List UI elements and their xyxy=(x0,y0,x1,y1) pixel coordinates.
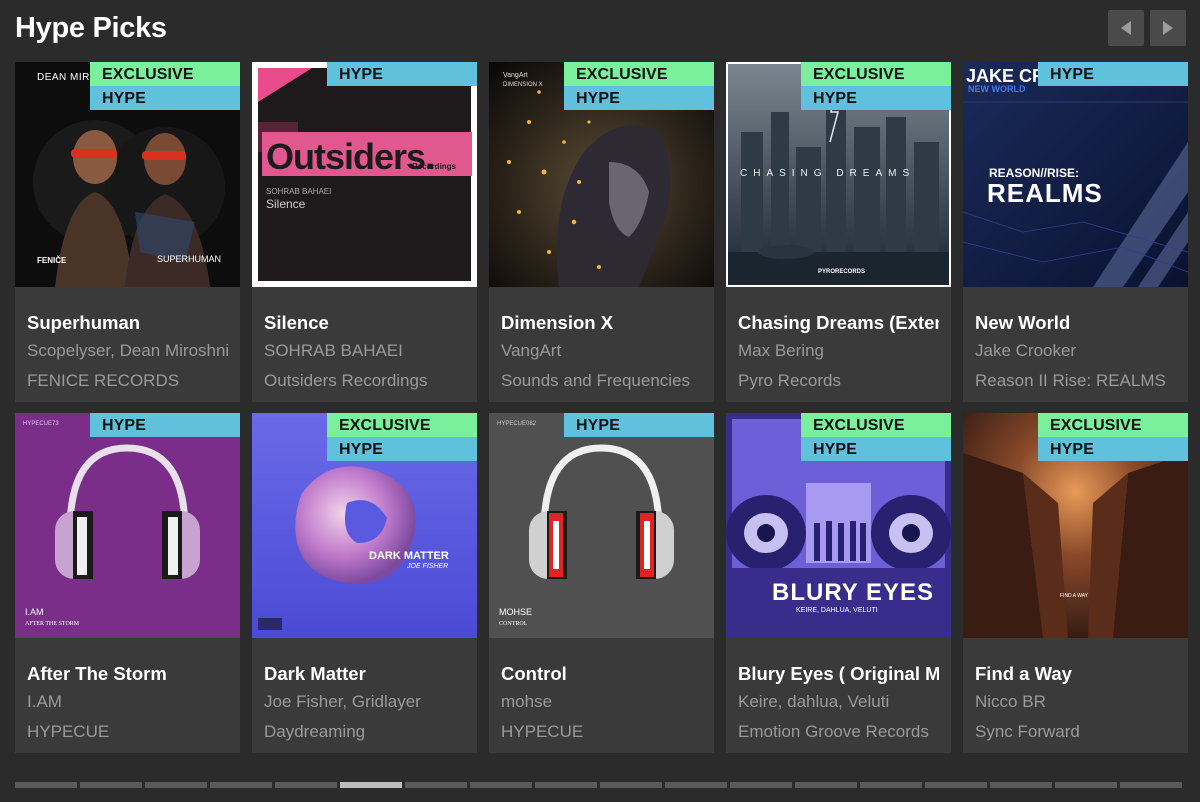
track-card[interactable]: CHASING DREAMS PYRORECORDS EXCLUSIVE HYP… xyxy=(726,62,951,402)
track-title[interactable]: Blury Eyes ( Original Mix ) xyxy=(738,662,939,685)
carousel-pager xyxy=(15,782,1182,788)
hype-badge: HYPE xyxy=(327,62,477,86)
track-label[interactable]: FENICE RECORDS xyxy=(27,370,228,392)
section-title: Hype Picks xyxy=(15,12,167,44)
exclusive-badge: EXCLUSIVE xyxy=(327,413,477,437)
track-card[interactable]: FIND A WAY EXCLUSIVE HYPE Find a Way Nic… xyxy=(963,413,1188,753)
track-card[interactable]: BLURY EYES KEIRE, DAHLUA, VELUTI EXCLUSI… xyxy=(726,413,951,753)
track-card[interactable]: DEAN MIROS FENIČE SUPERHUMAN EXCLUSIVE H… xyxy=(15,62,240,402)
track-artist[interactable]: I.AM xyxy=(27,691,228,713)
pager-segment[interactable] xyxy=(470,782,532,788)
pager-segment[interactable] xyxy=(1055,782,1117,788)
exclusive-badge: EXCLUSIVE xyxy=(801,62,951,86)
track-title[interactable]: Dimension X xyxy=(501,311,702,334)
pager-segment[interactable] xyxy=(210,782,272,788)
chevron-left-icon xyxy=(1121,21,1131,35)
pager-segment[interactable] xyxy=(600,782,662,788)
track-card[interactable]: JAKE CR NEW WORLD REASON//RISE: REALMS H… xyxy=(963,62,1188,402)
exclusive-badge: EXCLUSIVE xyxy=(564,62,714,86)
track-title[interactable]: After The Storm xyxy=(27,662,228,685)
pager-segment[interactable] xyxy=(730,782,792,788)
hype-badge: HYPE xyxy=(90,413,240,437)
exclusive-badge: EXCLUSIVE xyxy=(801,413,951,437)
chevron-right-icon xyxy=(1163,21,1173,35)
track-artist[interactable]: Nicco BR xyxy=(975,691,1176,713)
pager-segment[interactable] xyxy=(80,782,142,788)
exclusive-badge: EXCLUSIVE xyxy=(1038,413,1188,437)
track-grid: DEAN MIROS FENIČE SUPERHUMAN EXCLUSIVE H… xyxy=(15,62,1188,753)
pager-segment[interactable] xyxy=(860,782,922,788)
cover-art[interactable]: Outsiders. Recordings SOHRAB BAHAEI Sile… xyxy=(252,62,477,287)
track-artist[interactable]: Keire, dahlua, Veluti xyxy=(738,691,939,713)
track-label[interactable]: Pyro Records xyxy=(738,370,939,392)
next-button[interactable] xyxy=(1150,10,1186,46)
hype-badge: HYPE xyxy=(801,86,951,110)
track-label[interactable]: Sounds and Frequencies xyxy=(501,370,702,392)
hype-badge: HYPE xyxy=(1038,62,1188,86)
cover-art[interactable]: HYPECUE082 MOHSE CONTROL xyxy=(489,413,714,638)
track-card[interactable]: VangArt DIMENSION X EXCLUSIVE HYPE Dimen… xyxy=(489,62,714,402)
hype-badge: HYPE xyxy=(327,437,477,461)
track-title[interactable]: Dark Matter xyxy=(264,662,465,685)
pager-segment[interactable] xyxy=(795,782,857,788)
track-artist[interactable]: VangArt xyxy=(501,340,702,362)
pager-segment[interactable] xyxy=(665,782,727,788)
track-label[interactable]: Sync Forward xyxy=(975,721,1176,743)
track-label[interactable]: Reason II Rise: REALMS xyxy=(975,370,1176,392)
pager-segment[interactable] xyxy=(1120,782,1182,788)
track-label[interactable]: Outsiders Recordings xyxy=(264,370,465,392)
pager-segment[interactable] xyxy=(275,782,337,788)
pager-segment[interactable] xyxy=(535,782,597,788)
hype-badge: HYPE xyxy=(564,413,714,437)
track-artist[interactable]: Scopelyser, Dean Miroshnichenko xyxy=(27,340,228,362)
track-title[interactable]: Find a Way xyxy=(975,662,1176,685)
cover-art[interactable]: HYPECUE73 I.AM AFTER THE STORM xyxy=(15,413,240,638)
track-card[interactable]: DARK MATTER JOE FISHER EXCLUSIVE HYPE Da… xyxy=(252,413,477,753)
hype-badge: HYPE xyxy=(564,86,714,110)
hype-badge: HYPE xyxy=(90,86,240,110)
track-title[interactable]: Control xyxy=(501,662,702,685)
pager-segment[interactable] xyxy=(925,782,987,788)
track-title[interactable]: New World xyxy=(975,311,1176,334)
pager-segment[interactable] xyxy=(145,782,207,788)
track-title[interactable]: Silence xyxy=(264,311,465,334)
cover-art[interactable]: JAKE CR NEW WORLD REASON//RISE: REALMS xyxy=(963,62,1188,287)
track-label[interactable]: Daydreaming xyxy=(264,721,465,743)
track-artist[interactable]: Jake Crooker xyxy=(975,340,1176,362)
track-label[interactable]: HYPECUE xyxy=(27,721,228,743)
track-title[interactable]: Chasing Dreams (Extended Mix) xyxy=(738,311,939,334)
track-artist[interactable]: Joe Fisher, Gridlayer xyxy=(264,691,465,713)
track-card[interactable]: Outsiders. Recordings SOHRAB BAHAEI Sile… xyxy=(252,62,477,402)
track-artist[interactable]: Max Bering xyxy=(738,340,939,362)
track-card[interactable]: HYPECUE73 I.AM AFTER THE STORM HYPE Afte… xyxy=(15,413,240,753)
track-artist[interactable]: mohse xyxy=(501,691,702,713)
hype-badge: HYPE xyxy=(1038,437,1188,461)
track-title[interactable]: Superhuman xyxy=(27,311,228,334)
track-card[interactable]: HYPECUE082 MOHSE CONTROL HYPE Control mo… xyxy=(489,413,714,753)
prev-button[interactable] xyxy=(1108,10,1144,46)
pager-segment[interactable] xyxy=(990,782,1052,788)
track-label[interactable]: Emotion Groove Records xyxy=(738,721,939,743)
hype-badge: HYPE xyxy=(801,437,951,461)
pager-segment[interactable] xyxy=(405,782,467,788)
pager-segment[interactable] xyxy=(340,782,402,788)
pager-segment[interactable] xyxy=(15,782,77,788)
exclusive-badge: EXCLUSIVE xyxy=(90,62,240,86)
track-artist[interactable]: SOHRAB BAHAEI xyxy=(264,340,465,362)
track-label[interactable]: HYPECUE xyxy=(501,721,702,743)
